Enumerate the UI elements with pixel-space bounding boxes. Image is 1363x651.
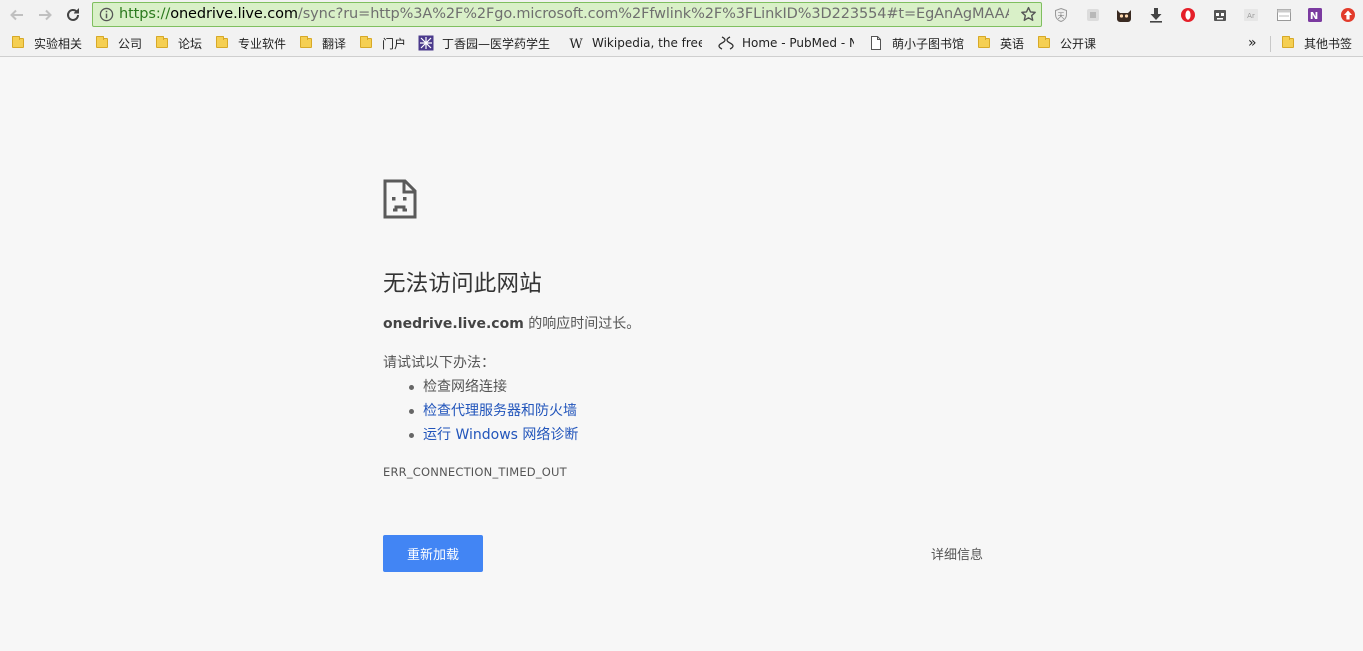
folder-icon bbox=[978, 36, 990, 48]
bookmark-label: Home - PubMed - N bbox=[742, 36, 854, 50]
download-icon[interactable] bbox=[1146, 5, 1166, 25]
reload-page-button[interactable] bbox=[61, 3, 85, 27]
bookmark-label: Wikipedia, the free bbox=[592, 36, 702, 50]
bookmark-label: 翻译 bbox=[322, 36, 347, 51]
reload-button[interactable]: 重新加载 bbox=[383, 535, 483, 572]
error-title: 无法访问此网站 bbox=[383, 271, 542, 297]
folder-icon bbox=[1282, 36, 1294, 48]
bookmark-item[interactable]: 论坛 bbox=[156, 34, 202, 52]
svg-text:N: N bbox=[1310, 11, 1318, 22]
pubmed-icon bbox=[718, 35, 734, 51]
bookmarks-overflow-button[interactable]: » bbox=[1248, 34, 1257, 52]
arrow-right-icon bbox=[39, 9, 52, 21]
svg-text:天: 天 bbox=[1058, 12, 1065, 20]
suggestions-title: 请试试以下办法： bbox=[383, 355, 495, 371]
bookmark-label: 公司 bbox=[118, 36, 143, 51]
url-path: /sync?ru=http%3A%2F%2Fgo.microsoft.com%2… bbox=[297, 6, 1009, 22]
folder-icon bbox=[12, 36, 24, 48]
url-text[interactable]: https://onedrive.live.com/sync?ru=http%3… bbox=[119, 3, 1009, 26]
bookmark-item[interactable]: 门户 bbox=[360, 34, 406, 52]
bookmark-item[interactable]: 实验相关 bbox=[12, 34, 82, 52]
folder-icon bbox=[1038, 36, 1050, 48]
bookmark-star-icon[interactable] bbox=[1020, 6, 1037, 23]
error-page: 无法访问此网站 onedrive.live.com 的响应时间过长。 请试试以下… bbox=[0, 58, 1363, 651]
folder-icon bbox=[360, 36, 372, 48]
bookmarks-divider bbox=[1270, 36, 1271, 52]
forward-button[interactable] bbox=[33, 3, 57, 27]
extension-grey-icon[interactable] bbox=[1083, 5, 1103, 25]
browser-toolbar: https://onedrive.live.com/sync?ru=http%3… bbox=[0, 0, 1363, 30]
bookmark-label: 专业软件 bbox=[238, 36, 287, 51]
bookmark-label: 其他书签 bbox=[1304, 36, 1353, 51]
extension-mascot-icon[interactable] bbox=[1114, 5, 1134, 25]
page-icon bbox=[868, 35, 884, 51]
folder-icon bbox=[156, 36, 168, 48]
bookmark-item[interactable]: 公开课 bbox=[1038, 34, 1096, 52]
bookmark-label: 英语 bbox=[1000, 36, 1025, 51]
error-code: ERR_CONNECTION_TIMED_OUT bbox=[383, 465, 567, 479]
svg-text:Ar: Ar bbox=[1247, 12, 1255, 20]
bookmark-item[interactable]: Home - PubMed - N bbox=[718, 34, 854, 52]
bookmark-item[interactable]: 英语 bbox=[978, 34, 1024, 52]
wikipedia-icon: W bbox=[568, 35, 584, 51]
svg-text:W: W bbox=[569, 37, 583, 51]
folder-icon bbox=[300, 36, 312, 48]
arrow-left-icon bbox=[10, 9, 23, 21]
onenote-icon[interactable]: N bbox=[1305, 5, 1325, 25]
url-host: onedrive.live.com bbox=[170, 6, 298, 22]
bookmark-label: 丁香园—医学药学生 bbox=[442, 36, 551, 51]
extension-shield-icon[interactable]: 天 bbox=[1051, 5, 1071, 25]
suggestion-run-diagnostics-link[interactable]: 运行 Windows 网络诊断 bbox=[405, 423, 578, 447]
bookmark-item[interactable]: 丁香园—医学药学生 bbox=[418, 34, 554, 52]
error-summary: onedrive.live.com 的响应时间过长。 bbox=[383, 313, 640, 333]
suggestions-list: 检查网络连接 检查代理服务器和防火墙 运行 Windows 网络诊断 bbox=[405, 375, 578, 447]
suggestion-check-proxy-link[interactable]: 检查代理服务器和防火墙 bbox=[405, 399, 578, 423]
bookmark-label: 公开课 bbox=[1060, 36, 1097, 51]
bookmark-label: 门户 bbox=[382, 36, 407, 51]
bookmark-item[interactable]: 翻译 bbox=[300, 34, 346, 52]
folder-icon bbox=[216, 36, 228, 48]
url-scheme: https:// bbox=[119, 6, 171, 22]
info-icon[interactable] bbox=[99, 7, 114, 22]
extension-opera-icon[interactable] bbox=[1178, 5, 1198, 25]
chevron-double-right-icon: » bbox=[1248, 35, 1257, 51]
bookmark-item[interactable]: W Wikipedia, the free bbox=[568, 34, 702, 52]
bookmark-item[interactable]: 萌小子图书馆 bbox=[868, 34, 964, 52]
bookmark-label: 实验相关 bbox=[34, 36, 83, 51]
refresh-icon bbox=[67, 8, 79, 21]
error-summary-text: 的响应时间过长。 bbox=[523, 316, 641, 332]
suggestion-check-connection: 检查网络连接 bbox=[405, 375, 578, 399]
other-bookmarks-folder[interactable]: 其他书签 bbox=[1282, 34, 1352, 52]
bookmarks-bar: 实验相关 公司 论坛 专业软件 翻译 门户 丁香园—医学药学生 W Wikipe… bbox=[0, 30, 1363, 57]
bookmark-item[interactable]: 公司 bbox=[96, 34, 142, 52]
error-host: onedrive.live.com bbox=[383, 316, 524, 332]
sad-page-icon bbox=[383, 179, 417, 219]
details-button[interactable]: 详细信息 bbox=[917, 543, 997, 563]
extension-robot-icon[interactable] bbox=[1210, 5, 1230, 25]
dxy-icon bbox=[418, 35, 434, 51]
extension-adobe-icon[interactable]: Ar bbox=[1241, 5, 1261, 25]
back-button[interactable] bbox=[5, 3, 29, 27]
bookmark-item[interactable]: 专业软件 bbox=[216, 34, 286, 52]
update-arrow-icon[interactable] bbox=[1338, 5, 1358, 25]
bookmark-label: 论坛 bbox=[178, 36, 203, 51]
bookmark-label: 萌小子图书馆 bbox=[892, 36, 965, 51]
extension-window-icon[interactable] bbox=[1274, 5, 1294, 25]
address-bar[interactable]: https://onedrive.live.com/sync?ru=http%3… bbox=[92, 2, 1042, 27]
folder-icon bbox=[96, 36, 108, 48]
